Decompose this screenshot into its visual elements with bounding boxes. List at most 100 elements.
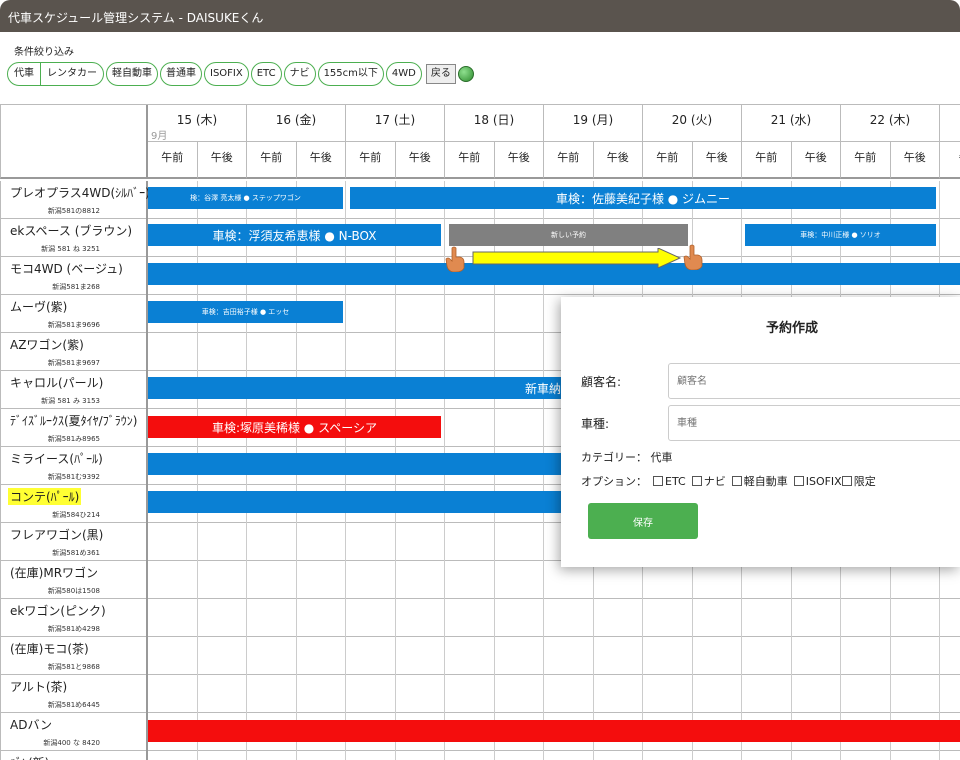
grid-line [592, 751, 594, 760]
filter-rental-option[interactable]: レンタカー [40, 63, 103, 85]
car-model-input[interactable] [668, 405, 960, 441]
vehicle-cell[interactable]: ﾃﾞｲｽﾞﾙｰｸｽ(夏ﾀｲﾔ/ﾌﾞﾗｳﾝ) 新潟581み8965 [0, 409, 148, 447]
option-isofix-checkbox[interactable] [793, 476, 804, 486]
grid-line [444, 599, 445, 637]
grid-line [939, 751, 940, 760]
back-button[interactable]: 戻る [425, 64, 456, 84]
booking-bar[interactable]: 検：谷澤 亮太様 ● ステップワゴン [148, 187, 343, 209]
option-limited-checkbox[interactable] [841, 476, 852, 486]
booking-bar[interactable] [148, 491, 561, 513]
vehicle-cell[interactable]: (在庫)MRワゴン 新潟580は1508 [0, 561, 148, 599]
vehicle-name: ﾃﾞｲｽﾞﾙｰｸｽ(夏ﾀｲﾔ/ﾌﾞﾗｳﾝ) [10, 414, 138, 428]
grid-line [444, 295, 445, 333]
status-indicator-icon [457, 66, 474, 82]
booking-bar[interactable]: 車検：中川正様 ● ソリオ [745, 224, 936, 246]
option-kei-checkbox[interactable] [731, 476, 742, 486]
grid-line [543, 599, 544, 637]
grid-line [394, 675, 396, 713]
grid-line [295, 637, 297, 675]
grid-line [246, 751, 247, 760]
vehicle-cell[interactable]: ADバン 新潟400 な 8420 [0, 713, 148, 751]
option-navi-checkbox[interactable] [691, 476, 702, 486]
am-header: 午前 [643, 142, 693, 179]
vehicle-cell[interactable]: ﾊﾞﾝ(新) [0, 751, 148, 760]
license-plate: 新潟581ま268 [52, 283, 100, 291]
am-header: 午前 [544, 142, 594, 179]
option-etc-checkbox[interactable] [653, 476, 663, 486]
grid-line [196, 751, 198, 760]
vehicle-cell[interactable]: キャロル(パール) 新潟 581 み 3153 [0, 371, 148, 409]
grid-line [196, 637, 198, 675]
option-isofix[interactable]: ISOFIX [788, 475, 842, 488]
vehicle-row: ﾊﾞﾝ(新) [0, 751, 960, 760]
grid-line [345, 561, 346, 599]
filter-navi-chip[interactable]: ナビ [283, 62, 316, 86]
vehicle-cell[interactable]: (在庫)モコ(茶) 新潟581と9868 [0, 637, 148, 675]
customer-name-input[interactable] [668, 363, 960, 399]
booking-bar[interactable]: 車検：佐藤美紀子様 ● ジムニー [350, 187, 936, 209]
vehicle-name: ﾊﾞﾝ(新) [8, 754, 51, 760]
category-label: カテゴリー： [581, 451, 647, 464]
booking-bar[interactable]: 新車納 [148, 377, 561, 399]
filter-standard-chip[interactable]: 普通車 [160, 62, 202, 86]
license-plate: 新潟581の8812 [47, 207, 100, 215]
new-booking-bar[interactable]: 新しい予約 [449, 224, 688, 246]
grid-line [741, 675, 742, 713]
filter-4wd-chip[interactable]: 4WD [385, 62, 422, 86]
grid-line [543, 295, 544, 333]
filter-height-chip[interactable]: 155cm以下 [317, 62, 384, 86]
booking-bar[interactable]: 車検：浮須友希恵様 ● N-BOX [148, 224, 441, 246]
day-header: 22 (木) [841, 105, 940, 142]
vehicle-cell[interactable]: ムーヴ(紫) 新潟581ま9696 [0, 295, 148, 333]
grid-line [691, 599, 693, 637]
option-navi[interactable]: ナビ [686, 473, 726, 489]
vehicle-cell[interactable]: アルト(茶) 新潟581め6445 [0, 675, 148, 713]
vehicle-name: ekワゴン(ピンク) [10, 604, 106, 618]
grid-line [741, 599, 742, 637]
grid-line [741, 219, 742, 257]
grid-line [493, 751, 495, 760]
grid-line [493, 637, 495, 675]
option-kei[interactable]: 軽自動車 [726, 473, 788, 489]
grid-line [543, 523, 544, 561]
grid-line [493, 599, 495, 637]
grid-line [642, 637, 643, 675]
filter-kei-chip[interactable]: 軽自動車 [106, 62, 158, 86]
option-limited[interactable]: 限定 [841, 473, 876, 489]
vehicle-cell[interactable]: モコ4WD (ベージュ) 新潟581ま268 [0, 257, 148, 295]
booking-bar[interactable] [148, 453, 561, 475]
grid-line [592, 637, 594, 675]
grid-line [196, 523, 198, 561]
grid-line [345, 295, 346, 333]
grid-line [196, 561, 198, 599]
grid-line [444, 751, 445, 760]
option-etc[interactable]: ETC [647, 475, 686, 488]
drag-end-hand-icon [683, 244, 703, 270]
pm-header: 午後 [395, 142, 445, 179]
filter-daisha-option[interactable]: 代車 [8, 63, 40, 85]
grid-line [889, 637, 891, 675]
window-title: 代車スケジュール管理システム - DAISUKEくん [8, 11, 264, 25]
license-plate: 新潟581め361 [52, 549, 100, 557]
booking-bar[interactable] [148, 720, 960, 742]
vehicle-cell[interactable]: ekスペース (ブラウン) 新潟 581 ね 3251 [0, 219, 148, 257]
vehicle-cell[interactable]: プレオプラス4WD(ｼﾙﾊﾞｰ) 新潟581の8812 [0, 181, 150, 219]
vehicle-cell[interactable]: ミライース(ﾊﾟｰﾙ) 新潟581む9392 [0, 447, 148, 485]
filter-isofix-chip[interactable]: ISOFIX [204, 62, 249, 86]
grid-corner-header [0, 105, 148, 179]
vehicle-name: ekスペース (ブラウン) [10, 224, 133, 238]
vehicle-cell[interactable]: フレアワゴン(黒) 新潟581め361 [0, 523, 148, 561]
day-header: 16 (金) [247, 105, 346, 142]
vehicle-cell[interactable]: コンテ(ﾊﾟｰﾙ) 新潟584ひ214 [0, 485, 148, 523]
grid-line [444, 561, 445, 599]
booking-bar[interactable]: 車検:塚原美稀様 ● スペーシア [148, 416, 441, 438]
grid-line [840, 675, 841, 713]
filter-etc-chip[interactable]: ETC [250, 62, 282, 86]
grid-line [543, 409, 544, 447]
grid-line [939, 637, 940, 675]
grid-line [444, 333, 445, 371]
vehicle-cell[interactable]: ekワゴン(ピンク) 新潟581め4298 [0, 599, 148, 637]
vehicle-cell[interactable]: AZワゴン(紫) 新潟581ま9697 [0, 333, 148, 371]
save-button[interactable]: 保存 [588, 503, 698, 539]
booking-bar[interactable]: 車検：吉田裕子様 ● エッセ [148, 301, 343, 323]
